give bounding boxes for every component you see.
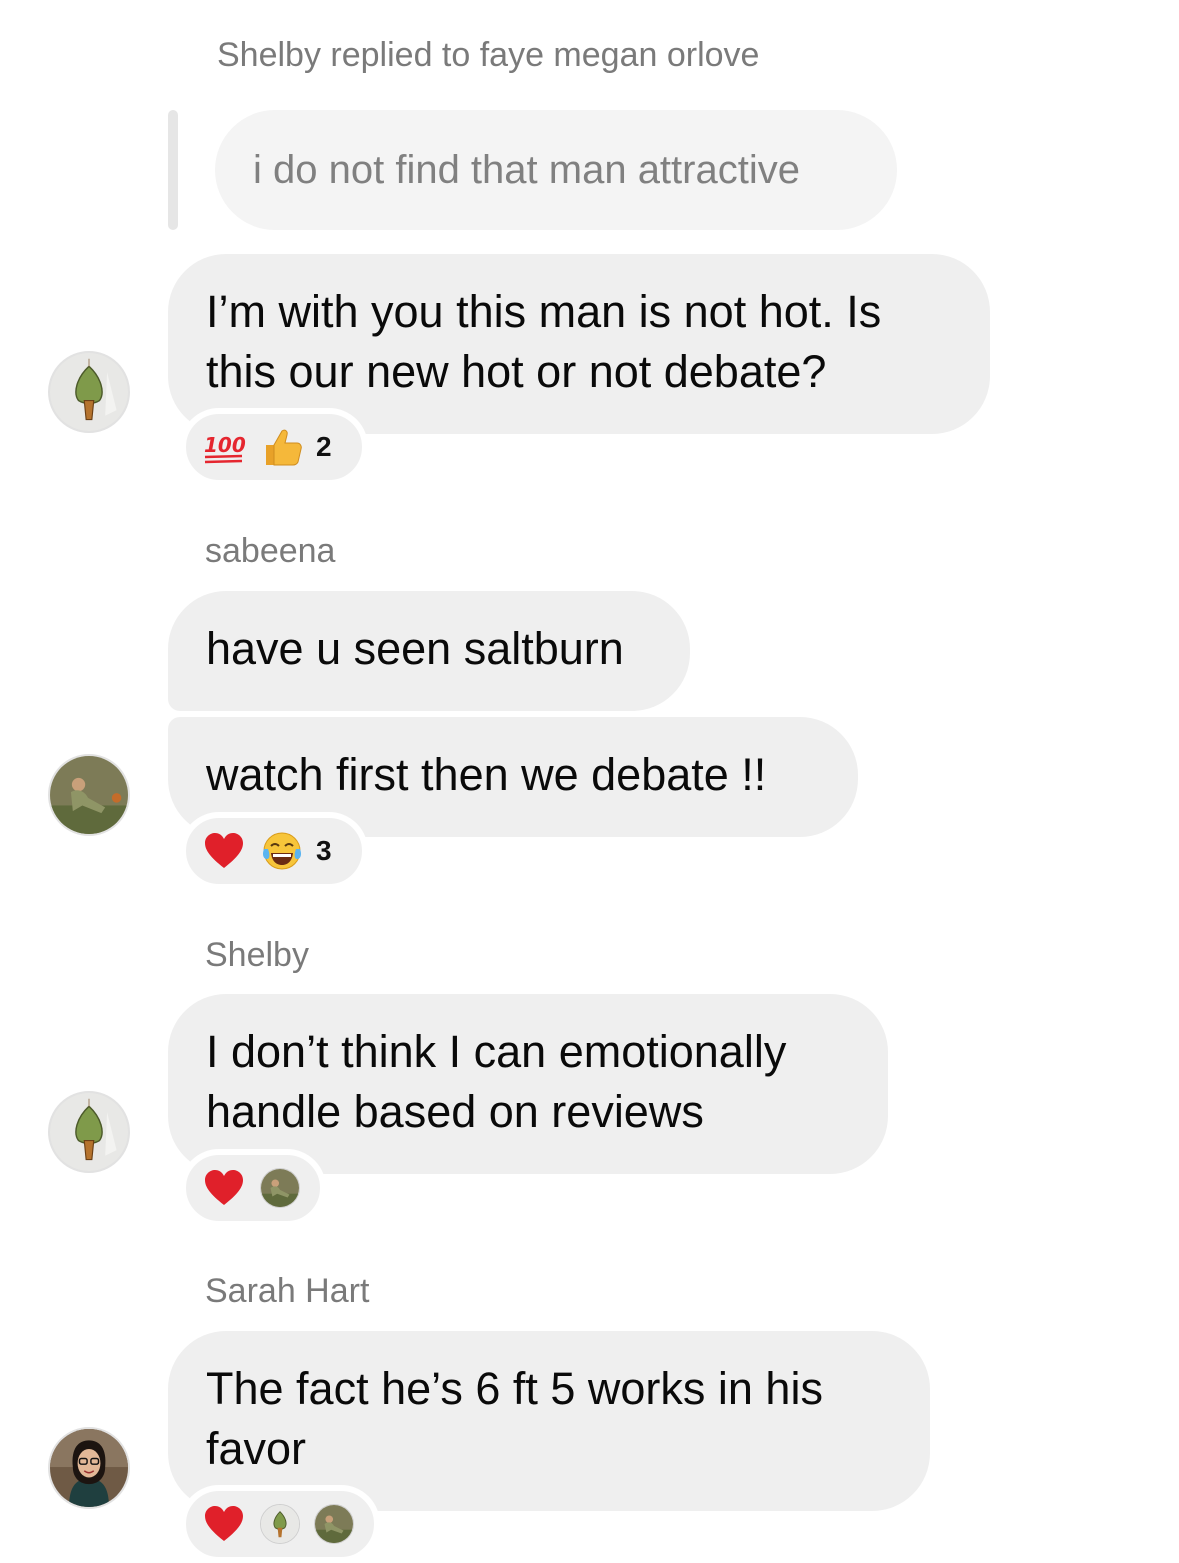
- reply-quote-bar: [168, 110, 178, 230]
- reply-context-label: Shelby replied to faye megan orlove: [217, 36, 760, 74]
- reaction-bar[interactable]: 3: [180, 812, 368, 890]
- reactor-avatar-icon: [260, 1504, 300, 1544]
- sender-name: Sarah Hart: [205, 1272, 370, 1310]
- red-heart-icon: [202, 1502, 246, 1546]
- portrait-green-avatar-icon[interactable]: [48, 754, 130, 836]
- message-bubble[interactable]: I’m with you this man is not hot. Is thi…: [168, 254, 990, 434]
- reaction-bar[interactable]: [180, 1149, 326, 1227]
- tears-of-joy-icon: [260, 829, 304, 873]
- thumbs-up-icon: [260, 425, 304, 469]
- reaction-count: 3: [316, 835, 332, 866]
- reaction-bar[interactable]: 100 2: [180, 408, 368, 486]
- mushroom-avatar-icon[interactable]: [48, 351, 130, 433]
- reactor-avatar-icon: [314, 1504, 354, 1544]
- hundred-points-icon: 100: [202, 425, 246, 469]
- glasses-woman-avatar-icon[interactable]: [48, 1427, 130, 1509]
- red-heart-icon: [202, 829, 246, 873]
- red-heart-icon: [202, 1166, 246, 1210]
- reaction-bar[interactable]: [180, 1485, 380, 1563]
- reaction-count: 2: [316, 431, 332, 462]
- mushroom-avatar-icon[interactable]: [48, 1091, 130, 1173]
- message-bubble[interactable]: I don’t think I can emotionally handle b…: [168, 994, 888, 1174]
- message-bubble[interactable]: have u seen saltburn: [168, 591, 690, 711]
- sender-name: sabeena: [205, 532, 336, 570]
- svg-text:100: 100: [204, 433, 246, 457]
- sender-name: Shelby: [205, 936, 309, 974]
- quoted-message-bubble[interactable]: i do not find that man attractive: [215, 110, 897, 230]
- reactor-avatar-icon: [260, 1168, 300, 1208]
- message-bubble[interactable]: The fact he’s 6 ft 5 works in his favor: [168, 1331, 930, 1511]
